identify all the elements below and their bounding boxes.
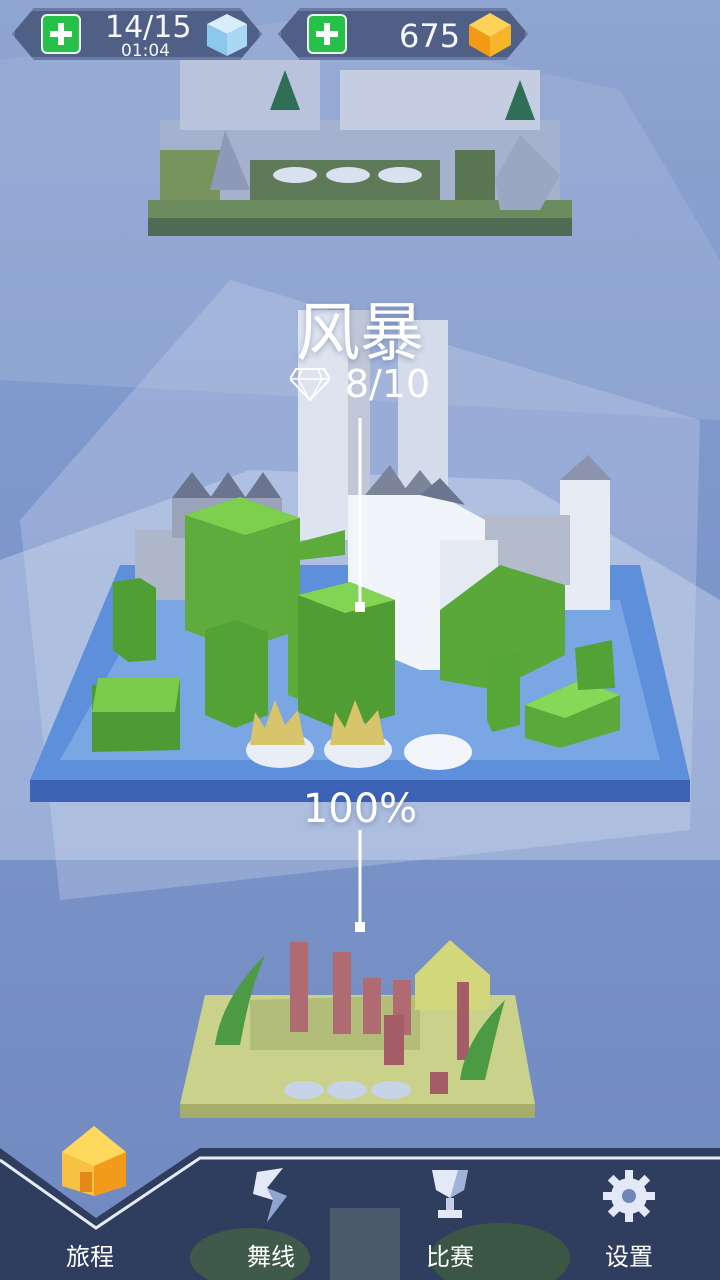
nav-match-label: 比赛 xyxy=(426,1243,474,1271)
nav-dance-line[interactable]: 舞线 xyxy=(215,1148,327,1280)
bottom-nav: 旅程 舞线 比赛 设置 xyxy=(0,1126,720,1280)
nav-journey-label: 旅程 xyxy=(66,1243,114,1271)
nav-settings-label: 设置 xyxy=(605,1243,653,1271)
trophy-icon xyxy=(432,1170,468,1218)
nav-journey[interactable]: 旅程 xyxy=(34,1126,146,1280)
level-island-bottom[interactable] xyxy=(0,0,720,1280)
nav-match[interactable]: 比赛 xyxy=(394,1148,506,1280)
nav-dance-line-label: 舞线 xyxy=(247,1243,295,1271)
gear-icon xyxy=(603,1170,655,1222)
nav-settings[interactable]: 设置 xyxy=(573,1148,685,1280)
line-icon xyxy=(253,1168,287,1222)
house-icon xyxy=(62,1126,126,1196)
